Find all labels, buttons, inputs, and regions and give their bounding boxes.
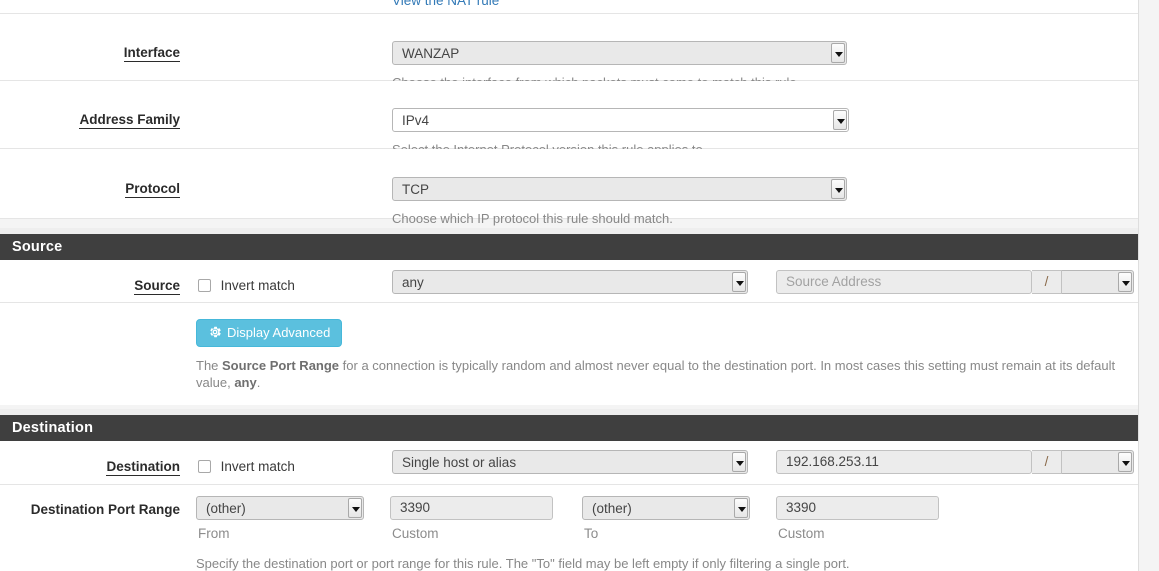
source-label: Source — [134, 278, 180, 295]
destination-section-header: Destination — [0, 415, 1138, 441]
destination-port-to-select[interactable]: (other) — [582, 496, 750, 520]
source-mask-select[interactable] — [1062, 270, 1134, 294]
protocol-select[interactable]: TCP — [392, 177, 847, 201]
help-text-part1: The — [196, 358, 222, 373]
help-text-part3: . — [257, 375, 261, 390]
interface-label-col: Interface — [0, 45, 180, 62]
address-family-row: Address Family IPv4 Select the Internet … — [0, 81, 1138, 149]
protocol-select-value: TCP — [402, 178, 826, 200]
destination-invert-match-checkbox[interactable]: Invert match — [198, 459, 295, 474]
display-advanced-button[interactable]: Display Advanced — [196, 319, 342, 347]
destination-port-to-sublabel: To — [584, 526, 598, 541]
destination-port-from-custom-sublabel: Custom — [392, 526, 439, 541]
destination-type-select-value: Single host or alias — [402, 451, 727, 473]
chevron-down-icon — [734, 498, 748, 518]
address-family-label-col: Address Family — [0, 112, 180, 129]
destination-port-from-value: (other) — [206, 497, 343, 519]
interface-select[interactable]: WANZAP — [392, 41, 847, 65]
destination-row: Destination Invert match Single host or … — [0, 441, 1138, 485]
destination-port-to-custom-input[interactable]: 3390 — [776, 496, 939, 520]
destination-port-range-row: Destination Port Range (other) From 3390… — [0, 485, 1138, 571]
source-section-body: Source Invert match any Source Address/ — [0, 260, 1138, 405]
checkbox-box — [198, 460, 211, 473]
address-family-select[interactable]: IPv4 — [392, 108, 849, 132]
source-address-slash: / — [1032, 270, 1062, 294]
destination-type-select[interactable]: Single host or alias — [392, 450, 748, 474]
firewall-rule-edit-form: View the NAT rule Interface WANZAP Choos… — [0, 0, 1159, 571]
checkbox-box — [198, 279, 211, 292]
chevron-down-icon — [833, 110, 847, 130]
source-address-input[interactable]: Source Address — [776, 270, 1032, 294]
view-nat-rule-link[interactable]: View the NAT rule — [392, 0, 499, 8]
destination-section-body: Destination Invert match Single host or … — [0, 441, 1138, 571]
gear-icon — [208, 322, 222, 348]
source-label-col: Source — [0, 278, 180, 295]
protocol-help: Choose which IP protocol this rule shoul… — [392, 210, 673, 227]
chevron-down-icon — [1118, 452, 1132, 472]
interface-select-value: WANZAP — [402, 42, 826, 64]
destination-port-from-select[interactable]: (other) — [196, 496, 364, 520]
protocol-label: Protocol — [125, 181, 180, 198]
chevron-down-icon — [732, 452, 746, 472]
chevron-down-icon — [831, 179, 845, 199]
address-family-label: Address Family — [79, 112, 180, 129]
address-family-select-value: IPv4 — [402, 109, 828, 131]
destination-mask-select[interactable] — [1062, 450, 1134, 474]
destination-invert-match-label: Invert match — [221, 459, 295, 474]
interface-row: Interface WANZAP Choose the interface fr… — [0, 14, 1138, 81]
destination-port-to-value: (other) — [592, 497, 729, 519]
chevron-down-icon — [1118, 272, 1132, 292]
source-row: Source Invert match any Source Address/ — [0, 260, 1138, 303]
destination-address-slash: / — [1032, 450, 1062, 474]
source-invert-match-label: Invert match — [221, 278, 295, 293]
destination-label-col: Destination — [0, 459, 180, 476]
help-text-bold1: Source Port Range — [222, 358, 339, 373]
nat-rule-row: View the NAT rule — [0, 0, 1138, 14]
source-mask-select-value — [1071, 271, 1113, 293]
protocol-label-col: Protocol — [0, 181, 180, 198]
interface-label: Interface — [124, 45, 180, 62]
source-type-select[interactable]: any — [392, 270, 748, 294]
destination-port-range-label: Destination Port Range — [31, 502, 180, 518]
page-right-gutter — [1138, 0, 1159, 571]
destination-port-from-custom-input[interactable]: 3390 — [390, 496, 553, 520]
content-panel: View the NAT rule Interface WANZAP Choos… — [0, 0, 1138, 219]
source-section-header: Source — [0, 234, 1138, 260]
destination-mask-select-value — [1071, 451, 1113, 473]
help-text-bold2: any — [234, 375, 256, 390]
destination-port-range-help: Specify the destination port or port ran… — [196, 555, 1126, 571]
chevron-down-icon — [348, 498, 362, 518]
destination-label: Destination — [106, 459, 180, 476]
destination-port-to-custom-sublabel: Custom — [778, 526, 825, 541]
display-advanced-label: Display Advanced — [227, 325, 330, 340]
source-advanced-row: Display Advanced The Source Port Range f… — [0, 303, 1138, 405]
source-invert-match-checkbox[interactable]: Invert match — [198, 278, 295, 293]
destination-port-from-sublabel: From — [198, 526, 230, 541]
chevron-down-icon — [831, 43, 845, 63]
destination-address-input[interactable]: 192.168.253.11 — [776, 450, 1032, 474]
protocol-row: Protocol TCP Choose which IP protocol th… — [0, 149, 1138, 219]
source-port-range-help: The Source Port Range for a connection i… — [196, 357, 1126, 391]
source-type-select-value: any — [402, 271, 727, 293]
destination-port-range-label-col: Destination Port Range — [0, 502, 180, 518]
chevron-down-icon — [732, 272, 746, 292]
